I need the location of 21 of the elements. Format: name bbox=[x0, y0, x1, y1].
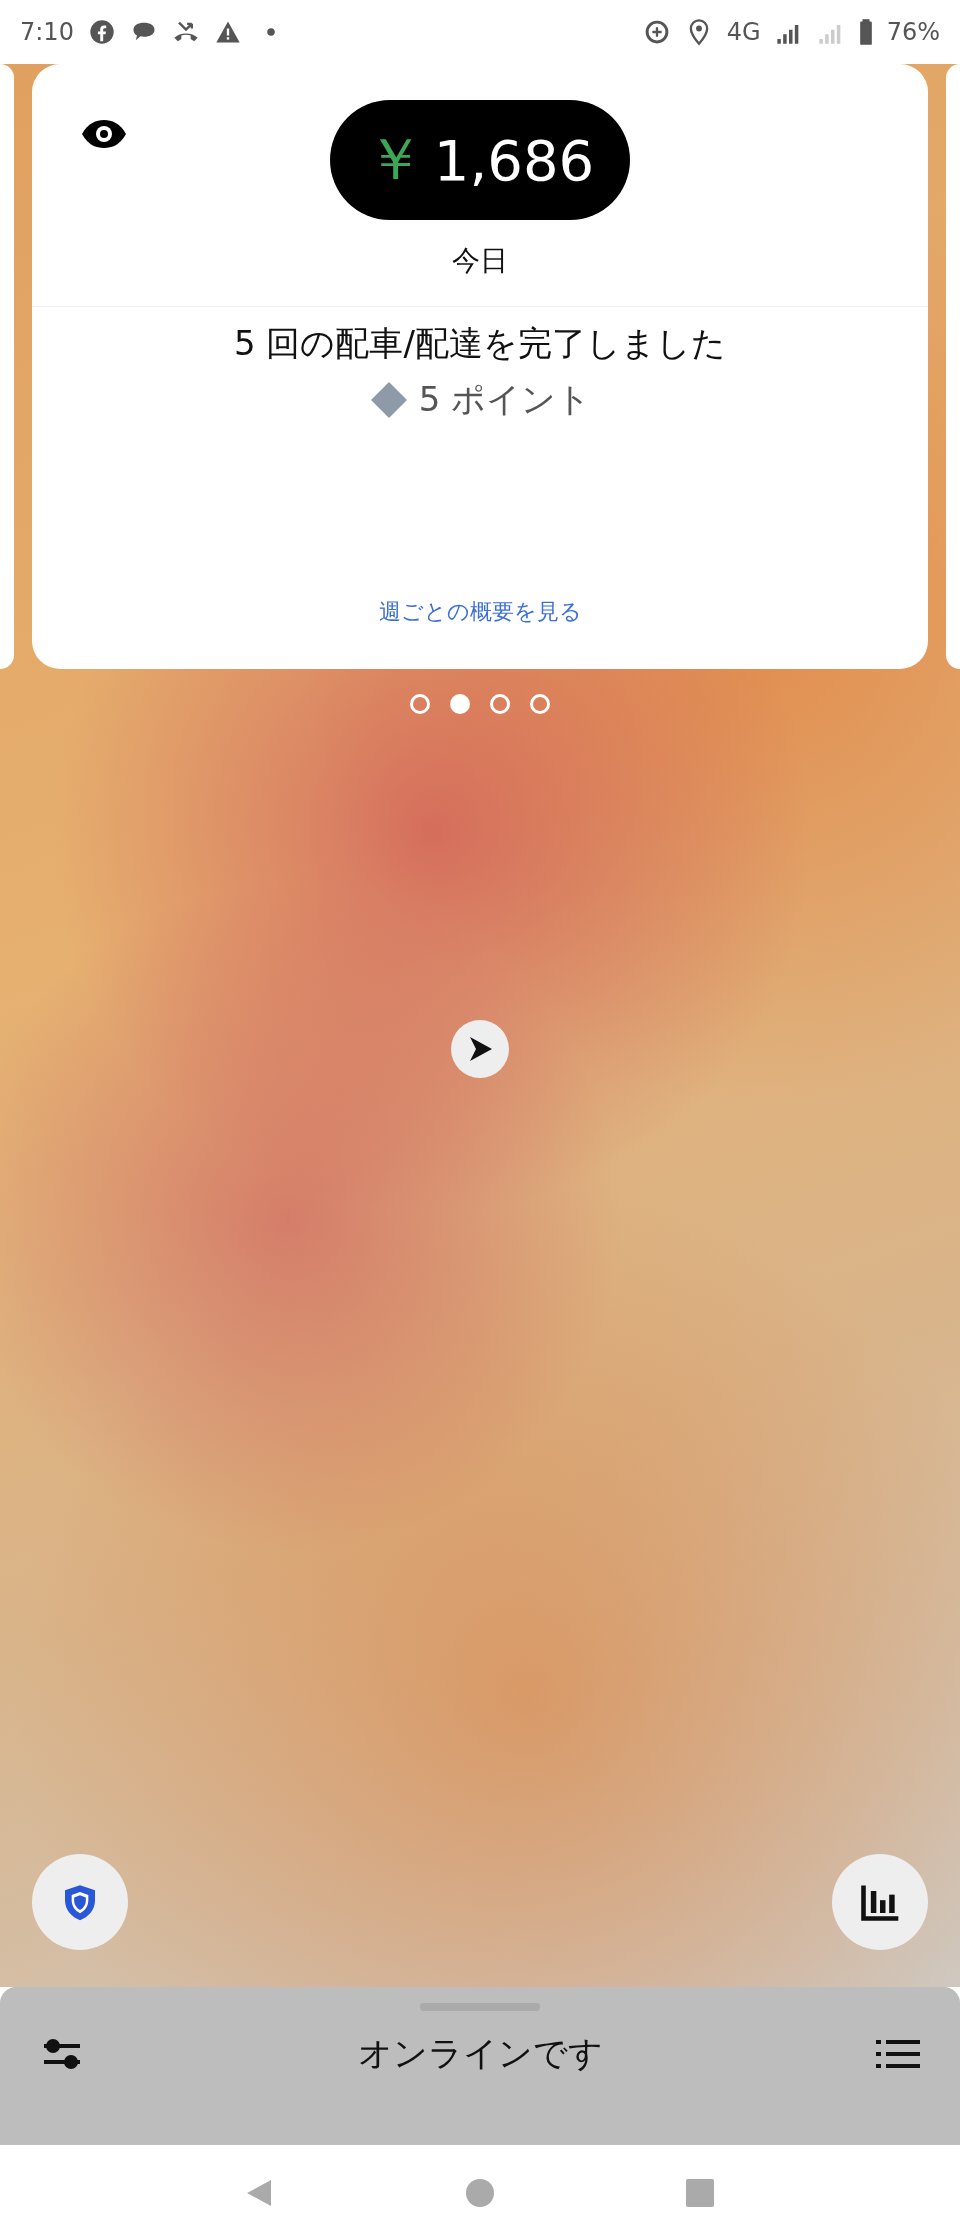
online-status: オンラインです bbox=[357, 2032, 603, 2075]
page-indicator-dot[interactable] bbox=[530, 694, 550, 714]
eye-icon[interactable] bbox=[80, 118, 128, 150]
page-indicator-dot[interactable] bbox=[450, 694, 470, 714]
status-time: 7:10 bbox=[20, 18, 74, 46]
page-indicator-dot[interactable] bbox=[410, 694, 430, 714]
earnings-amount: 1,686 bbox=[433, 127, 595, 193]
battery-icon bbox=[858, 18, 873, 46]
facebook-icon bbox=[87, 18, 116, 46]
page-indicator-dot[interactable] bbox=[490, 694, 510, 714]
weekly-summary-link[interactable]: 週ごとの概要を見る bbox=[378, 597, 582, 627]
network-type: 4G bbox=[726, 18, 761, 46]
earnings-pill[interactable]: ￥ 1,686 bbox=[329, 100, 631, 220]
trip-summary: 5 回の配車/配達を完了しました bbox=[234, 322, 726, 365]
currency-sign: ￥ bbox=[365, 124, 424, 195]
home-icon[interactable] bbox=[465, 2177, 495, 2208]
points-label: 5 ポイント bbox=[418, 378, 592, 421]
recents-icon[interactable] bbox=[685, 2177, 715, 2208]
battery-percent: 76% bbox=[886, 18, 940, 46]
period-label: 今日 bbox=[452, 243, 508, 279]
notification-dot-icon bbox=[265, 27, 276, 37]
